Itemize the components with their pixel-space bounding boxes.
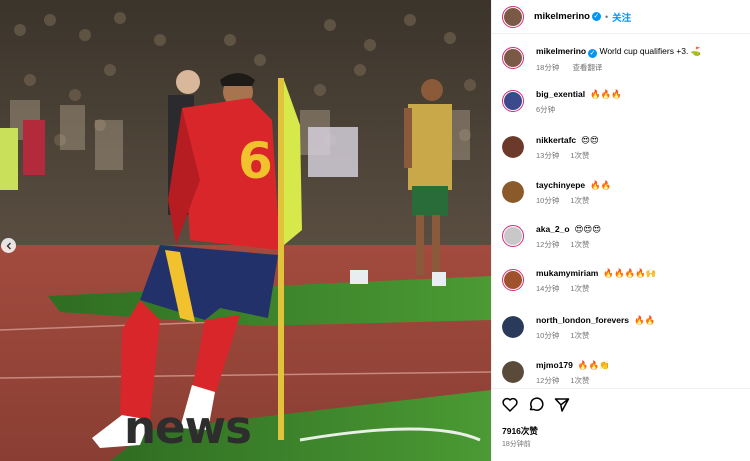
avatar[interactable] — [502, 225, 524, 247]
post-header: mikelmerino ✓ • 关注 — [492, 0, 750, 34]
comment-time: 12分钟 — [536, 240, 560, 249]
comment-username[interactable]: nikkertafc — [536, 135, 576, 145]
comment-like-count[interactable]: 1次赞 — [570, 240, 589, 249]
author-avatar[interactable] — [502, 5, 524, 28]
comment-time: 12分钟 — [536, 376, 560, 385]
avatar[interactable] — [502, 181, 524, 203]
comment-text: 😍😍😍 — [574, 224, 602, 234]
comment-time: 10分钟 — [536, 331, 560, 340]
author-username[interactable]: mikelmerino — [534, 11, 590, 22]
comment-username[interactable]: north_london_forevers — [536, 315, 629, 325]
comment-row: nikkertafc 😍😍 13分钟 1次赞 — [502, 135, 601, 161]
caption-time: 18分钟 — [536, 63, 560, 72]
comments-list: mikelmerino ✓ World cup qualifiers +3. ⛳ … — [492, 38, 750, 388]
translate-link[interactable]: 查看翻译 — [572, 63, 602, 72]
comment-row: big_exential 🔥🔥🔥 6分钟 — [502, 89, 622, 115]
carousel-previous-button[interactable] — [1, 238, 16, 253]
comment-icon[interactable] — [528, 397, 544, 412]
post-time: 18分钟前 — [502, 441, 531, 448]
avatar[interactable] — [502, 47, 524, 69]
comment-like-count[interactable]: 1次赞 — [570, 331, 589, 340]
follow-button[interactable]: 关注 — [612, 10, 631, 24]
avatar[interactable] — [502, 136, 524, 158]
avatar[interactable] — [502, 269, 524, 291]
photo-scene: 6 — [0, 0, 491, 461]
news-watermark: news — [124, 401, 252, 454]
post-actions: 7916次赞 18分钟前 — [492, 388, 750, 461]
share-icon[interactable] — [554, 397, 570, 412]
comment-username[interactable]: aka_2_o — [536, 224, 570, 234]
comment-row: mukamymiriam 🔥🔥🔥🔥🙌 14分钟 1次赞 — [502, 268, 656, 294]
comment-time: 14分钟 — [536, 284, 560, 293]
comment-row: mjmo179 🔥🔥👏 12分钟 1次赞 — [502, 360, 610, 386]
corner-flag-pole — [278, 78, 284, 440]
comment-username[interactable]: mukamymiriam — [536, 268, 598, 278]
comment-row: taychinyepe 🔥🔥 10分钟 1次赞 — [502, 180, 611, 206]
comment-like-count[interactable]: 1次赞 — [570, 196, 589, 205]
comment-text: 🔥🔥 — [634, 315, 656, 325]
comment-row: north_london_forevers 🔥🔥 10分钟 1次赞 — [502, 315, 655, 341]
comment-username[interactable]: mjmo179 — [536, 360, 573, 370]
comment-time: 10分钟 — [536, 196, 560, 205]
comment-username[interactable]: taychinyepe — [536, 180, 585, 190]
separator-dot: • — [604, 11, 609, 22]
comment-time: 13分钟 — [536, 151, 560, 160]
verified-icon: ✓ — [588, 49, 598, 58]
comment-text: 🔥🔥🔥🔥🙌 — [603, 268, 657, 278]
heart-icon[interactable] — [502, 397, 518, 412]
comment-text: 🔥🔥👏 — [577, 360, 610, 370]
comment-like-count[interactable]: 1次赞 — [570, 284, 589, 293]
comment-like-count[interactable]: 1次赞 — [570, 376, 589, 385]
comment-username[interactable]: big_exential — [536, 89, 585, 99]
avatar[interactable] — [502, 316, 524, 338]
caption-row: mikelmerino ✓ World cup qualifiers +3. ⛳ … — [502, 46, 701, 73]
verified-icon: ✓ — [591, 12, 601, 21]
post-side-panel: mikelmerino ✓ • 关注 mikelmerino ✓ World cu… — [491, 0, 750, 461]
post-photo: 6 — [0, 0, 491, 461]
caption-text: World cup qualifiers +3. ⛳ — [599, 46, 702, 56]
avatar[interactable] — [502, 361, 524, 383]
comment-text: 🔥🔥 — [590, 180, 612, 190]
comment-like-count[interactable]: 1次赞 — [570, 151, 589, 160]
avatar[interactable] — [502, 90, 524, 112]
like-count[interactable]: 7916次赞 — [502, 425, 538, 437]
caption-username[interactable]: mikelmerino — [536, 46, 586, 56]
comment-row: aka_2_o 😍😍😍 12分钟 1次赞 — [502, 224, 601, 250]
comment-text: 😍😍 — [581, 135, 599, 145]
chevron-left-icon — [6, 242, 11, 249]
jersey-number: 6 — [238, 132, 273, 190]
comment-time: 6分钟 — [536, 105, 556, 114]
comment-text: 🔥🔥🔥 — [590, 89, 622, 99]
